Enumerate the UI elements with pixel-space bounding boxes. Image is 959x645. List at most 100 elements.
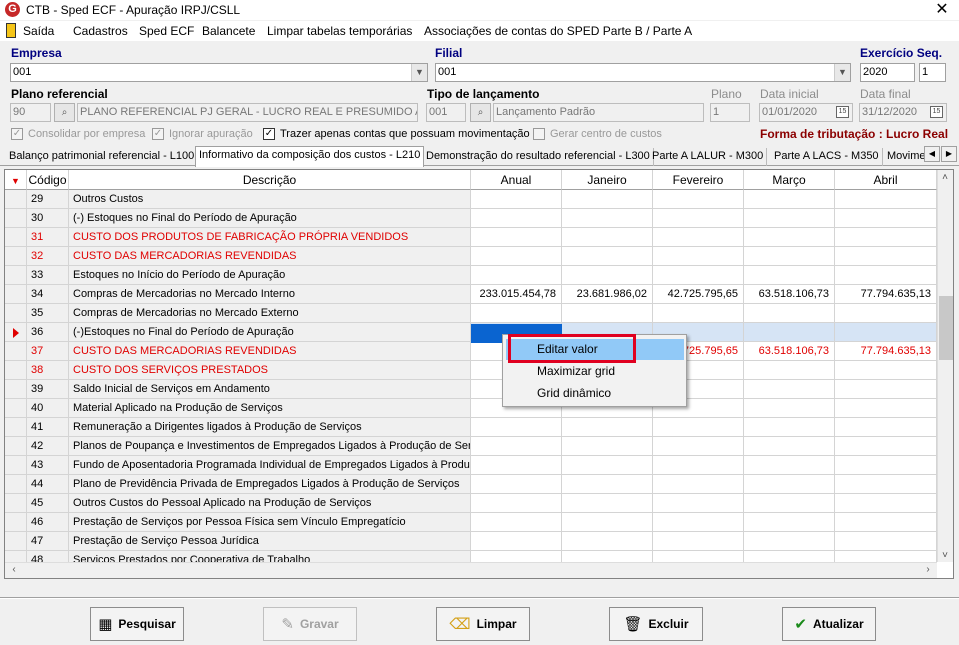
tab-l210[interactable]: Informativo da composição dos custos - L… — [195, 146, 425, 167]
cell-value[interactable] — [744, 418, 835, 437]
cell-value[interactable] — [835, 304, 937, 323]
cell-value[interactable] — [562, 532, 653, 551]
filial-select[interactable]: 001 ▼ — [435, 63, 851, 82]
chevron-down-icon[interactable]: ▼ — [411, 64, 427, 81]
tab-movimentacao[interactable]: Movime — [884, 148, 929, 166]
scroll-up-icon[interactable]: ˄ — [938, 172, 952, 183]
table-row[interactable]: 35 Compras de Mercadorias no Mercado Exte… — [5, 304, 937, 323]
cell-value[interactable] — [744, 437, 835, 456]
close-button[interactable]: ✕ — [925, 0, 959, 20]
menu-sped-ecf[interactable]: Sped ECF — [139, 24, 194, 38]
cell-value[interactable] — [471, 532, 562, 551]
cell-value[interactable] — [562, 494, 653, 513]
cell-value[interactable] — [562, 190, 653, 209]
cell-value[interactable]: 23.681.986,02 — [562, 285, 653, 304]
cell-value[interactable] — [744, 513, 835, 532]
cell-value[interactable] — [653, 228, 744, 247]
cell-value[interactable] — [471, 456, 562, 475]
cell-value[interactable] — [835, 418, 937, 437]
cell-value[interactable] — [744, 399, 835, 418]
tab-m350[interactable]: Parte A LACS - M350 — [771, 148, 883, 166]
cell-value[interactable] — [835, 380, 937, 399]
tab-l300[interactable]: Demonstração do resultado referencial - … — [423, 148, 654, 166]
table-row[interactable]: 34 Compras de Mercadorias no Mercado Inte… — [5, 285, 937, 304]
table-row[interactable]: 39 Saldo Inicial de Serviços em Andamento — [5, 380, 937, 399]
scroll-down-icon[interactable]: ˅ — [938, 550, 952, 561]
row-indicator-cell[interactable] — [5, 418, 27, 437]
tab-m300[interactable]: Parte A LALUR - M300 — [649, 148, 768, 166]
empresa-select[interactable]: 001 ▼ — [10, 63, 428, 82]
seq-input[interactable]: 1 — [919, 63, 946, 82]
cell-value[interactable] — [653, 494, 744, 513]
cell-value[interactable] — [744, 494, 835, 513]
cell-value[interactable] — [835, 228, 937, 247]
cell-value[interactable] — [653, 437, 744, 456]
cell-value[interactable]: 77.794.635,13 — [835, 285, 937, 304]
cell-value[interactable] — [835, 209, 937, 228]
cell-value[interactable] — [744, 361, 835, 380]
cell-value[interactable] — [835, 323, 937, 342]
cell-value[interactable] — [835, 513, 937, 532]
row-indicator-cell[interactable] — [5, 380, 27, 399]
header-fevereiro[interactable]: Fevereiro — [653, 170, 744, 190]
cell-value[interactable] — [744, 266, 835, 285]
header-marco[interactable]: Março — [744, 170, 835, 190]
cell-value[interactable] — [653, 266, 744, 285]
cell-value[interactable]: 63.518.106,73 — [744, 342, 835, 361]
tab-l100[interactable]: Balanço patrimonial referencial - L100 — [6, 148, 199, 166]
cell-value[interactable] — [562, 437, 653, 456]
horizontal-scrollbar[interactable]: ‹ › — [5, 562, 937, 578]
cell-value[interactable] — [653, 304, 744, 323]
pesquisar-button[interactable]: ▦ Pesquisar — [90, 607, 184, 641]
row-indicator-cell[interactable] — [5, 342, 27, 361]
cell-value[interactable] — [562, 304, 653, 323]
cell-value[interactable] — [835, 190, 937, 209]
header-descricao[interactable]: Descrição — [69, 170, 471, 190]
cell-value[interactable] — [471, 228, 562, 247]
header-codigo[interactable]: Código — [27, 170, 69, 190]
cell-value[interactable] — [653, 209, 744, 228]
ctx-grid-dinamico[interactable]: Grid dinâmico — [506, 383, 684, 404]
cell-value[interactable] — [653, 190, 744, 209]
cell-value[interactable] — [562, 228, 653, 247]
menu-limpar-tabelas[interactable]: Limpar tabelas temporárias — [267, 24, 412, 38]
table-row[interactable]: 46 Prestação de Serviços por Pessoa Físic… — [5, 513, 937, 532]
scroll-left-icon[interactable]: ‹ — [7, 564, 21, 575]
cell-value[interactable] — [562, 475, 653, 494]
cell-value[interactable] — [744, 323, 835, 342]
cell-value[interactable] — [471, 437, 562, 456]
tab-scroll-right-icon[interactable]: ▶ — [941, 146, 957, 162]
cell-value[interactable] — [744, 475, 835, 494]
cell-value[interactable]: 63.518.106,73 — [744, 285, 835, 304]
header-janeiro[interactable]: Janeiro — [562, 170, 653, 190]
table-row[interactable]: 42 Planos de Poupança e Investimentos de … — [5, 437, 937, 456]
table-row[interactable]: 29 Outros Custos — [5, 190, 937, 209]
exercicio-input[interactable]: 2020 — [860, 63, 915, 82]
row-indicator-cell[interactable] — [5, 456, 27, 475]
row-indicator-cell[interactable] — [5, 266, 27, 285]
cell-value[interactable] — [562, 418, 653, 437]
cell-value[interactable] — [471, 513, 562, 532]
cell-value[interactable] — [562, 456, 653, 475]
cell-value[interactable] — [744, 456, 835, 475]
cell-value[interactable] — [653, 247, 744, 266]
menu-associacoes[interactable]: Associações de contas do SPED Parte B / … — [424, 24, 692, 38]
cell-value[interactable] — [471, 494, 562, 513]
cell-value[interactable] — [835, 494, 937, 513]
scroll-right-icon[interactable]: › — [921, 564, 935, 575]
row-indicator-cell[interactable] — [5, 190, 27, 209]
row-indicator-cell[interactable] — [5, 209, 27, 228]
row-indicator-cell[interactable] — [5, 494, 27, 513]
limpar-button[interactable]: ⌫ Limpar — [436, 607, 530, 641]
menu-cadastros[interactable]: Cadastros — [73, 24, 128, 38]
data-grid[interactable]: ▼ Código Descrição Anual Janeiro Feverei… — [4, 169, 954, 579]
row-indicator-cell[interactable] — [5, 304, 27, 323]
cell-value[interactable] — [562, 513, 653, 532]
cell-value[interactable] — [835, 475, 937, 494]
cell-value[interactable] — [471, 190, 562, 209]
table-row[interactable]: 30 (-) Estoques no Final do Período de Ap… — [5, 209, 937, 228]
table-row[interactable]: 33 Estoques no Início do Período de Apura… — [5, 266, 937, 285]
table-row[interactable]: 41 Remuneração a Dirigentes ligados à Pro… — [5, 418, 937, 437]
row-indicator-cell[interactable] — [5, 361, 27, 380]
cell-value[interactable]: 42.725.795,65 — [653, 285, 744, 304]
